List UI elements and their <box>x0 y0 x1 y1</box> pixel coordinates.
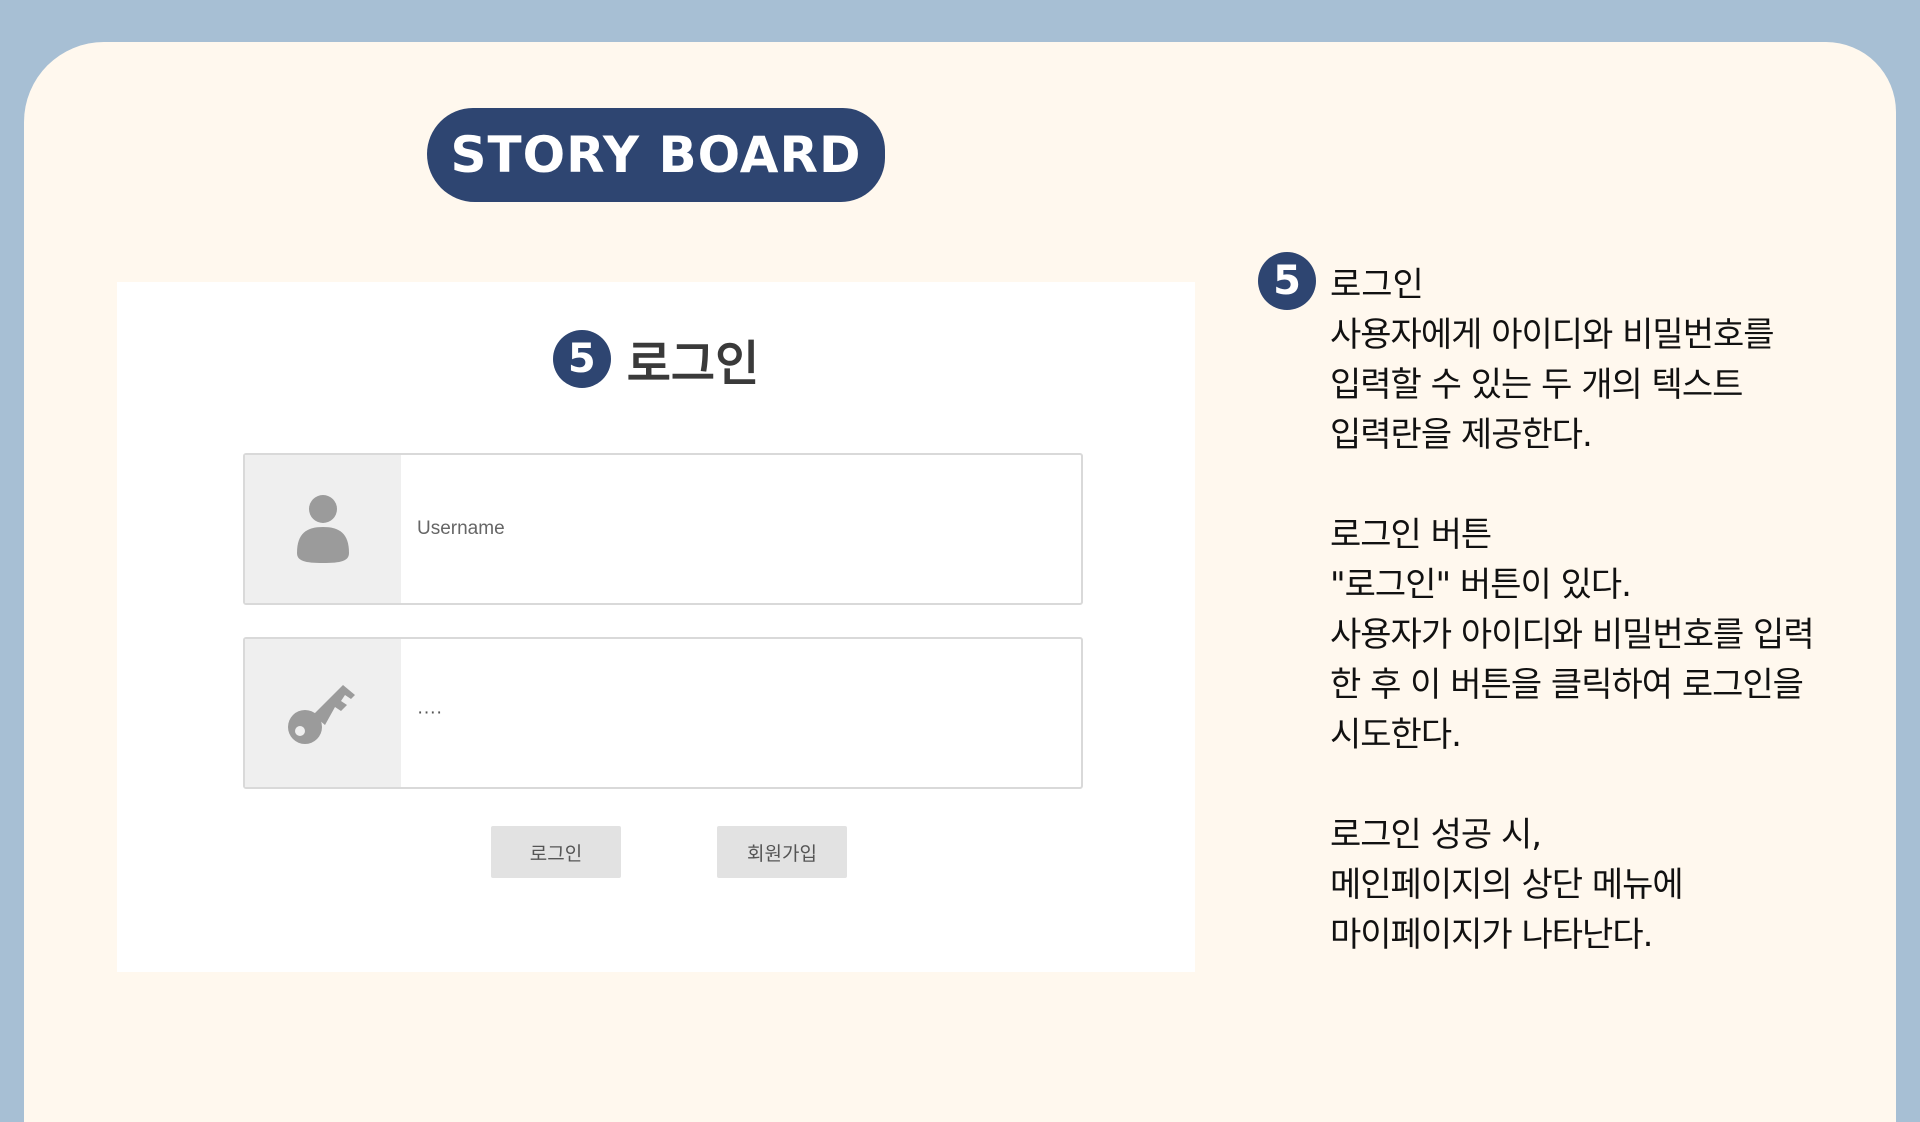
username-field <box>243 453 1083 605</box>
mockup-title-text: 로그인 <box>626 336 760 392</box>
description-line: 로그인 버튼 <box>1330 515 1492 555</box>
description-panel: 5 로그인 사용자에게 아이디와 비밀번호를 입력할 수 있는 두 개의 텍스트… <box>1258 252 1858 960</box>
mockup-title: 5 로그인 <box>117 324 1195 394</box>
login-mockup: 5 로그인 로그인 회원가입 <box>117 282 1195 972</box>
password-field <box>243 637 1083 789</box>
user-icon <box>245 455 401 603</box>
step-number-badge: 5 <box>552 330 611 388</box>
storyboard-badge: STORY BOARD <box>427 108 885 202</box>
storyboard-badge-label: STORY BOARD <box>450 126 862 184</box>
login-button[interactable]: 로그인 <box>491 826 621 878</box>
description-line: "로그인" 버튼이 있다. <box>1330 565 1632 605</box>
description-line: 사용자가 아이디와 비밀번호를 입력 <box>1330 615 1815 655</box>
signup-button[interactable]: 회원가입 <box>717 826 847 878</box>
password-input[interactable] <box>401 639 1081 787</box>
description-line: 마이페이지가 나타난다. <box>1330 915 1653 955</box>
step-number-badge: 5 <box>1258 252 1316 310</box>
description-line: 입력란을 제공한다. <box>1330 415 1593 455</box>
description-line: 로그인 성공 시, <box>1330 815 1542 855</box>
description-heading: 5 로그인 <box>1258 252 1858 310</box>
description-line: 메인페이지의 상단 메뉴에 <box>1330 865 1684 905</box>
key-icon <box>245 639 401 787</box>
username-input[interactable] <box>401 455 1081 603</box>
description-line: 시도한다. <box>1330 715 1462 755</box>
description-title: 로그인 <box>1330 264 1424 305</box>
description-text: 사용자에게 아이디와 비밀번호를 입력할 수 있는 두 개의 텍스트 입력란을 … <box>1330 310 1858 960</box>
description-line: 한 후 이 버튼을 클릭하여 로그인을 <box>1330 665 1804 705</box>
description-line: 사용자에게 아이디와 비밀번호를 <box>1330 315 1775 355</box>
description-line: 입력할 수 있는 두 개의 텍스트 <box>1330 365 1743 405</box>
